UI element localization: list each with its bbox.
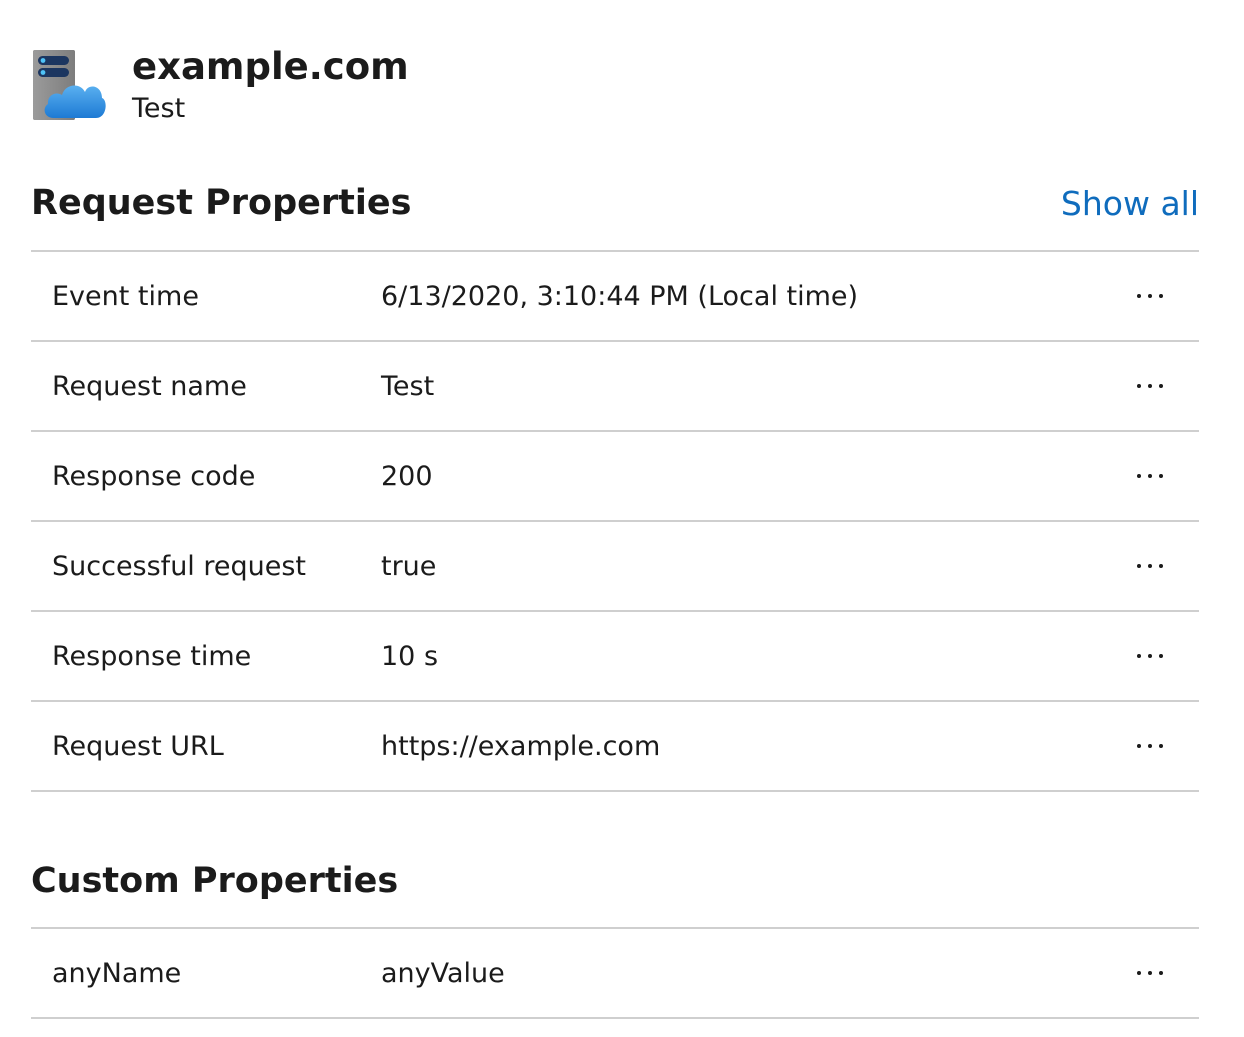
server-cloud-icon — [33, 50, 106, 120]
dot — [1137, 294, 1141, 298]
dot — [1159, 474, 1163, 478]
dot — [1148, 654, 1152, 658]
property-name: anyName — [52, 957, 182, 989]
more-options-button[interactable] — [1127, 636, 1173, 676]
dot — [1137, 744, 1141, 748]
more-options-button[interactable] — [1127, 546, 1173, 586]
dot — [1159, 654, 1163, 658]
dot — [1137, 971, 1141, 975]
custom-properties-table: anyName anyValue — [31, 927, 1199, 1019]
dot — [1137, 654, 1141, 658]
more-horizontal-icon — [1137, 564, 1163, 568]
more-horizontal-icon — [1137, 654, 1163, 658]
resource-subtitle: Test — [132, 93, 186, 124]
property-row: Response time 10 s — [31, 612, 1199, 702]
property-value: anyValue — [381, 957, 505, 989]
property-name: Request name — [52, 370, 247, 402]
show-all-link[interactable]: Show all — [1061, 184, 1199, 223]
property-row: Request name Test — [31, 342, 1199, 432]
dot — [1148, 971, 1152, 975]
property-row: Successful request true — [31, 522, 1199, 612]
more-horizontal-icon — [1137, 474, 1163, 478]
more-horizontal-icon — [1137, 971, 1163, 975]
request-properties-table: Event time 6/13/2020, 3:10:44 PM (Local t… — [31, 250, 1199, 792]
dot — [1137, 384, 1141, 388]
resource-title: example.com — [132, 45, 409, 88]
property-row: Request URL https://example.com — [31, 702, 1199, 792]
property-value: 200 — [381, 460, 433, 492]
property-row: Response code 200 — [31, 432, 1199, 522]
property-name: Request URL — [52, 730, 224, 762]
dot — [1137, 564, 1141, 568]
property-row: Event time 6/13/2020, 3:10:44 PM (Local t… — [31, 252, 1199, 342]
property-value: https://example.com — [381, 730, 661, 762]
property-value: 6/13/2020, 3:10:44 PM (Local time) — [381, 280, 859, 312]
dot — [1159, 294, 1163, 298]
resource-header: example.com Test — [32, 44, 409, 134]
dot — [1159, 384, 1163, 388]
dot — [1159, 564, 1163, 568]
more-options-button[interactable] — [1127, 953, 1173, 993]
request-details-page: example.com Test Request Properties Show… — [0, 0, 1244, 1037]
property-name: Successful request — [52, 550, 307, 582]
more-options-button[interactable] — [1127, 726, 1173, 766]
property-value: true — [381, 550, 437, 582]
dot — [1159, 971, 1163, 975]
property-value: 10 s — [381, 640, 439, 672]
dot — [1148, 384, 1152, 388]
more-options-button[interactable] — [1127, 366, 1173, 406]
more-horizontal-icon — [1137, 294, 1163, 298]
dot — [1148, 474, 1152, 478]
section-title: Request Properties — [31, 183, 412, 223]
resource-header-text: example.com Test — [132, 44, 409, 127]
more-options-button[interactable] — [1127, 456, 1173, 496]
property-name: Response time — [52, 640, 252, 672]
section-title: Custom Properties — [31, 861, 399, 901]
dot — [1148, 564, 1152, 568]
property-name: Response code — [52, 460, 256, 492]
more-options-button[interactable] — [1127, 276, 1173, 316]
more-horizontal-icon — [1137, 384, 1163, 388]
more-horizontal-icon — [1137, 744, 1163, 748]
custom-properties-section: Custom Properties anyName anyValue — [31, 845, 1199, 1019]
dot — [1137, 474, 1141, 478]
dot — [1159, 744, 1163, 748]
property-row: anyName anyValue — [31, 929, 1199, 1019]
dot — [1148, 744, 1152, 748]
custom-properties-header: Custom Properties — [31, 845, 1199, 917]
request-properties-section: Request Properties Show all Event time 6/… — [31, 167, 1199, 792]
dot — [1148, 294, 1152, 298]
request-properties-header: Request Properties Show all — [31, 167, 1199, 239]
property-value: Test — [381, 370, 435, 402]
property-name: Event time — [52, 280, 199, 312]
